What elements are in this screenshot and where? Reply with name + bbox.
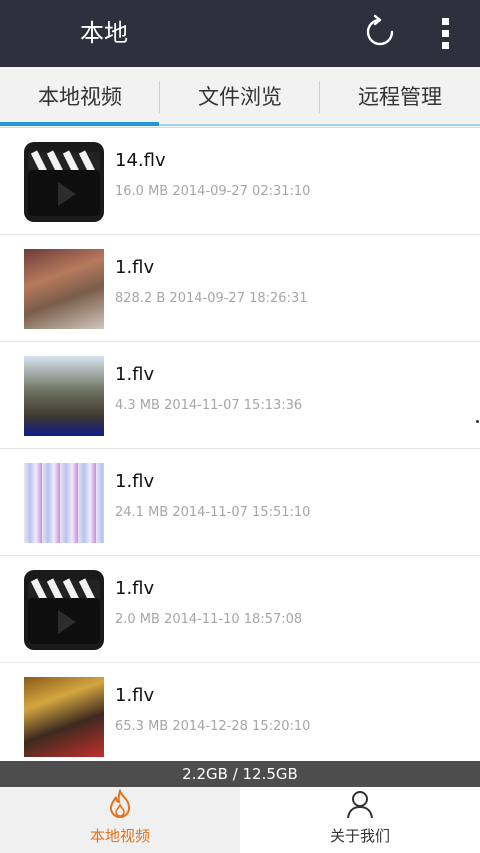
file-name: 1.flv	[115, 364, 155, 385]
scroll-indicator	[476, 420, 479, 423]
title-bar: 本地	[0, 0, 480, 67]
file-date: 2014-12-28 15:20:10	[172, 719, 311, 734]
video-thumbnail	[24, 463, 104, 543]
list-item[interactable]: 1.flv 2.0 MB 2014-11-10 18:57:08	[0, 556, 480, 663]
file-meta: 16.0 MB 2014-09-27 02:31:10	[115, 184, 310, 199]
tab-indicator-track	[159, 124, 480, 126]
file-date: 2014-09-27 18:26:31	[169, 291, 308, 306]
file-meta: 828.2 B 2014-09-27 18:26:31	[115, 291, 308, 306]
tab-local-video[interactable]: 本地视频	[0, 67, 160, 128]
list-item[interactable]: 14.flv 16.0 MB 2014-09-27 02:31:10	[0, 128, 480, 235]
clapperboard-icon	[24, 570, 104, 650]
file-name: 1.flv	[115, 257, 155, 278]
nav-label: 本地视频	[89, 827, 150, 845]
nav-label: 关于我们	[329, 827, 390, 845]
file-size: 16.0 MB	[115, 184, 169, 199]
flame-icon	[109, 789, 131, 818]
user-icon	[347, 791, 373, 819]
active-tab-indicator	[0, 122, 159, 126]
nav-about-us[interactable]: 关于我们	[240, 787, 480, 853]
video-thumbnail	[24, 356, 104, 436]
tab-file-browse[interactable]: 文件浏览	[160, 67, 320, 128]
more-options-icon[interactable]	[430, 14, 462, 54]
video-thumbnail	[24, 677, 104, 757]
file-date: 2014-11-10 18:57:08	[164, 612, 303, 627]
file-meta: 24.1 MB 2014-11-07 15:51:10	[115, 505, 310, 520]
file-name: 1.flv	[115, 578, 155, 599]
file-meta: 4.3 MB 2014-11-07 15:13:36	[115, 398, 302, 413]
file-date: 2014-11-07 15:13:36	[164, 398, 303, 413]
file-meta: 65.3 MB 2014-12-28 15:20:10	[115, 719, 310, 734]
file-date: 2014-11-07 15:51:10	[172, 505, 311, 520]
file-meta: 2.0 MB 2014-11-10 18:57:08	[115, 612, 302, 627]
file-size: 828.2 B	[115, 291, 166, 306]
file-name: 1.flv	[115, 685, 155, 706]
page-title: 本地	[80, 19, 128, 47]
file-size: 65.3 MB	[115, 719, 169, 734]
tab-remote-manage[interactable]: 远程管理	[320, 67, 480, 128]
list-item[interactable]: 1.flv 4.3 MB 2014-11-07 15:13:36	[0, 342, 480, 449]
nav-local-video[interactable]: 本地视频	[0, 787, 240, 853]
list-item[interactable]: 1.flv 24.1 MB 2014-11-07 15:51:10	[0, 449, 480, 556]
file-size: 2.0 MB	[115, 612, 160, 627]
clapperboard-icon	[24, 142, 104, 222]
list-item[interactable]: 1.flv 828.2 B 2014-09-27 18:26:31	[0, 235, 480, 342]
storage-usage-bar: 2.2GB / 12.5GB	[0, 761, 480, 787]
file-name: 1.flv	[115, 471, 155, 492]
file-date: 2014-09-27 02:31:10	[172, 184, 311, 199]
refresh-icon[interactable]	[362, 14, 398, 50]
bottom-nav: 本地视频 关于我们	[0, 787, 480, 853]
tab-bar: 本地视频 文件浏览 远程管理	[0, 67, 480, 128]
file-size: 24.1 MB	[115, 505, 169, 520]
list-item[interactable]: 1.flv 65.3 MB 2014-12-28 15:20:10	[0, 663, 480, 761]
video-list[interactable]: 14.flv 16.0 MB 2014-09-27 02:31:10 1.flv…	[0, 128, 480, 761]
file-size: 4.3 MB	[115, 398, 160, 413]
file-name: 14.flv	[115, 150, 166, 171]
video-thumbnail	[24, 249, 104, 329]
